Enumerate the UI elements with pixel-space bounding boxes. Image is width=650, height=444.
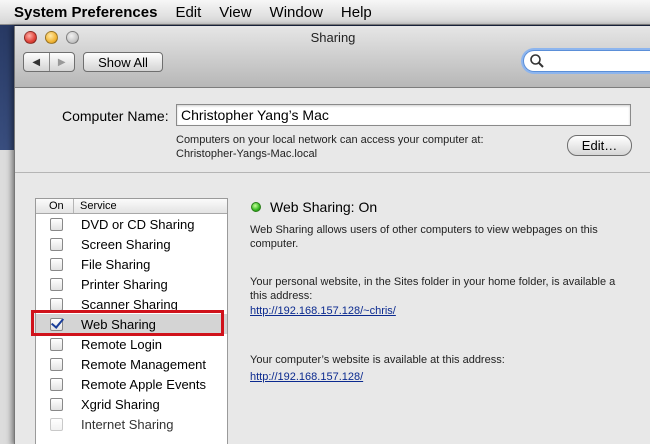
checkbox[interactable]: [50, 257, 63, 271]
status-on-icon: [251, 202, 261, 212]
personal-website-line: Your personal website, in the Sites fold…: [250, 276, 616, 288]
service-row-printer-sharing[interactable]: Printer Sharing: [36, 274, 227, 294]
computer-name-field[interactable]: Christopher Yang’s Mac: [176, 104, 631, 126]
service-row-remote-management[interactable]: Remote Management: [36, 354, 227, 374]
service-row-remote-login[interactable]: Remote Login: [36, 334, 227, 354]
divider: [15, 172, 650, 173]
service-row-file-sharing[interactable]: File Sharing: [36, 254, 227, 274]
web-sharing-description: Web Sharing allows users of other comput…: [250, 223, 598, 251]
checkbox-disabled: [50, 417, 63, 431]
computer-website-link[interactable]: http://192.168.157.128/: [250, 371, 363, 383]
description-line: computer.: [250, 238, 299, 250]
checkbox[interactable]: [50, 377, 63, 391]
service-label: Remote Login: [81, 336, 162, 352]
computer-name-label: Computer Name:: [62, 108, 169, 124]
checkbox[interactable]: [50, 277, 63, 291]
checkbox[interactable]: [50, 217, 63, 231]
computer-website-text: Your computer’s website is available at …: [250, 354, 505, 366]
service-label: DVD or CD Sharing: [81, 216, 195, 232]
service-label: Remote Management: [81, 356, 207, 372]
local-hostname: Christopher-Yangs-Mac.local: [176, 148, 318, 160]
service-row-remote-apple-events[interactable]: Remote Apple Events: [36, 374, 227, 394]
search-icon: [530, 54, 544, 68]
description-line: Web Sharing allows users of other comput…: [250, 224, 598, 236]
service-label: Remote Apple Events: [81, 376, 207, 392]
service-row-dvd[interactable]: DVD or CD Sharing: [36, 214, 227, 234]
search-field[interactable]: [523, 50, 650, 72]
back-arrow-icon[interactable]: ◀: [24, 53, 49, 71]
show-all-button[interactable]: Show All: [83, 52, 163, 72]
checkbox[interactable]: [50, 337, 63, 351]
checkbox[interactable]: [50, 237, 63, 251]
computer-name-description: Computers on your local network can acce…: [176, 133, 484, 161]
checkbox[interactable]: [50, 297, 63, 311]
services-header: On Service: [36, 199, 227, 214]
window-toolbar: Sharing ◀ ▶ Show All: [15, 26, 650, 88]
computer-name-desc-line: Computers on your local network can acce…: [176, 134, 484, 146]
menu-window[interactable]: Window: [270, 4, 323, 21]
menu-app-name[interactable]: System Preferences: [14, 4, 157, 21]
menu-view[interactable]: View: [219, 4, 251, 21]
annotation-highlight-box: [31, 310, 224, 336]
checkbox[interactable]: [50, 357, 63, 371]
personal-website-link[interactable]: http://192.168.157.128/~chris/: [250, 305, 396, 317]
status-text: Web Sharing: On: [270, 199, 378, 215]
checkbox[interactable]: [50, 397, 63, 411]
edit-button[interactable]: Edit…: [567, 135, 632, 156]
service-label: Xgrid Sharing: [81, 396, 160, 412]
search-input[interactable]: [546, 53, 650, 69]
service-label: Screen Sharing: [81, 236, 171, 252]
service-row-screen-sharing[interactable]: Screen Sharing: [36, 234, 227, 254]
personal-website-line: this address:: [250, 290, 313, 302]
service-label: File Sharing: [81, 256, 151, 272]
menu-edit[interactable]: Edit: [175, 4, 201, 21]
service-row-xgrid-sharing[interactable]: Xgrid Sharing: [36, 394, 227, 414]
window-title: Sharing: [310, 30, 356, 45]
service-row-internet-sharing[interactable]: Internet Sharing: [36, 414, 227, 434]
menu-bar: System Preferences Edit View Window Help: [0, 0, 650, 25]
personal-website-text: Your personal website, in the Sites fold…: [250, 275, 615, 303]
service-label: Internet Sharing: [81, 416, 174, 432]
forward-arrow-icon[interactable]: ▶: [48, 53, 75, 71]
menu-help[interactable]: Help: [341, 4, 372, 21]
back-forward-control: ◀ ▶: [23, 52, 75, 72]
column-header-service[interactable]: Service: [74, 199, 117, 213]
sharing-window: Sharing ◀ ▶ Show All Computer Name: Chri…: [14, 26, 650, 444]
service-label: Printer Sharing: [81, 276, 168, 292]
column-header-on[interactable]: On: [36, 199, 74, 213]
